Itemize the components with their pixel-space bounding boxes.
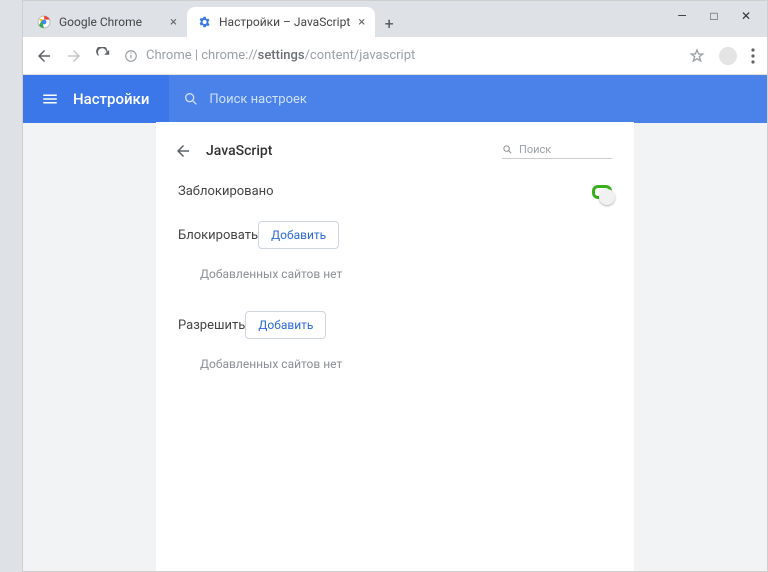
settings-search-input[interactable] [209,92,409,107]
settings-card: JavaScript Поиск Заблокировано Блокирова… [156,122,634,571]
block-section-label: Блокировать [178,228,258,243]
window-maximize-button[interactable]: □ [707,9,721,23]
add-allow-button[interactable]: Добавить [245,311,326,339]
hamburger-icon[interactable] [41,90,59,108]
profile-avatar[interactable] [719,47,737,65]
browser-toolbar: Chrome | chrome://settings/content/javas… [23,37,767,75]
settings-search[interactable] [169,75,767,123]
tab-strip: Google Chrome × Настройки – JavaScript ×… [23,1,767,37]
chrome-icon [37,15,51,29]
close-icon[interactable]: × [358,15,365,30]
page-title: JavaScript [206,143,272,159]
info-icon [124,49,138,63]
new-tab-button[interactable]: + [375,9,403,37]
content-area: JavaScript Поиск Заблокировано Блокирова… [23,123,767,571]
tab-google-chrome[interactable]: Google Chrome × [27,7,187,37]
omnibox-secure-label: Chrome | chrome://settings/content/javas… [146,48,415,63]
address-bar[interactable]: Chrome | chrome://settings/content/javas… [124,48,677,63]
menu-dots-icon[interactable] [751,48,755,64]
search-icon [502,144,513,155]
tab-label: Google Chrome [59,15,142,29]
toggle-highlight [592,185,612,199]
block-empty-text: Добавленных сайтов нет [156,257,634,289]
search-icon [183,91,199,107]
forward-button [65,47,83,65]
window-close-button[interactable]: ✕ [739,9,753,23]
allow-section-label: Разрешить [178,318,245,333]
blocked-label: Заблокировано [178,184,274,199]
gear-icon [197,15,211,29]
reload-button[interactable] [95,47,112,64]
star-icon[interactable] [689,48,705,64]
page-search[interactable]: Поиск [502,143,612,159]
tab-label: Настройки – JavaScript [219,15,350,29]
blocked-row: Заблокировано [156,170,634,213]
add-block-button[interactable]: Добавить [258,221,339,249]
back-button[interactable] [35,47,53,65]
close-icon[interactable]: × [170,15,177,30]
window-minimize-button[interactable]: — [675,9,689,23]
page-search-placeholder: Поиск [519,143,551,156]
settings-title: Настройки [73,90,149,108]
tab-settings-javascript[interactable]: Настройки – JavaScript × [187,7,375,37]
settings-header: Настройки [23,75,767,123]
allow-empty-text: Добавленных сайтов нет [156,347,634,379]
back-arrow-button[interactable] [174,142,192,160]
